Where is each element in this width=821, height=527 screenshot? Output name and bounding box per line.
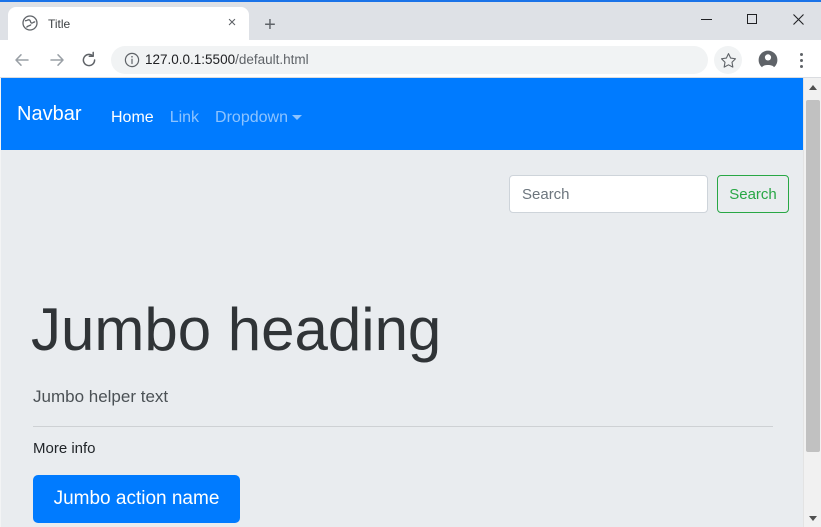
reload-icon (82, 51, 96, 67)
site-navbar: Navbar Home Link Dropdown Search (1, 78, 804, 213)
nav-link-dropdown-label: Dropdown (215, 109, 288, 126)
forward-arrow-icon (50, 54, 64, 66)
window-controls (683, 4, 821, 34)
navbar-brand[interactable]: Navbar (17, 99, 81, 129)
jumbotron-action-button[interactable]: Jumbo action name (33, 475, 240, 523)
url-path: /default.html (235, 52, 309, 67)
three-dot-menu-icon (799, 52, 803, 56)
web-page: Navbar Home Link Dropdown Search Jumbo h… (0, 78, 804, 527)
url-host: 127.0.0.1:5500 (145, 52, 236, 67)
jumbotron-lead: Jumbo helper text (33, 387, 169, 406)
profile-button[interactable] (754, 46, 782, 74)
close-icon (792, 13, 804, 25)
maximize-icon (747, 14, 757, 24)
chevron-down-icon (291, 115, 302, 120)
info-circle-icon[interactable] (124, 52, 140, 68)
nav-link-home[interactable]: Home (103, 106, 162, 130)
nav-link-link[interactable]: Link (162, 106, 207, 130)
browser-menu-button[interactable] (789, 46, 813, 74)
jumbotron-divider (33, 426, 773, 427)
address-bar[interactable]: 127.0.0.1:5500/default.html (111, 46, 708, 74)
scrollbar-thumb[interactable] (806, 100, 820, 452)
tab-strip: Title × + (0, 2, 821, 40)
minimize-button[interactable] (683, 4, 729, 34)
jumbotron-info-text: More info (33, 440, 96, 457)
nav-link-dropdown[interactable]: Dropdown (207, 106, 310, 130)
star-icon (720, 52, 736, 68)
tab-title: Title (48, 17, 71, 31)
url-text: 127.0.0.1:5500/default.html (145, 51, 309, 69)
reload-button[interactable] (76, 47, 102, 73)
bookmark-button[interactable] (714, 46, 742, 74)
profile-avatar-icon (758, 50, 778, 70)
maximize-button[interactable] (729, 4, 775, 34)
browser-tab[interactable]: Title × (8, 7, 249, 40)
back-arrow-icon (15, 54, 29, 66)
search-input[interactable] (509, 175, 708, 213)
three-dot-menu-icon (799, 64, 803, 68)
close-tab-icon[interactable]: × (224, 15, 240, 31)
close-window-button[interactable] (775, 4, 821, 34)
page-viewport: Navbar Home Link Dropdown Search Jumbo h… (0, 78, 821, 527)
back-button[interactable] (9, 47, 35, 73)
search-button[interactable]: Search (717, 175, 789, 213)
navbar-links: Home Link Dropdown (103, 106, 310, 130)
browser-toolbar: 127.0.0.1:5500/default.html (0, 40, 821, 78)
page-scrollbar[interactable] (803, 78, 821, 527)
three-dot-menu-icon (799, 58, 803, 62)
page-title: Jumbo heading (31, 296, 442, 363)
scroll-up-arrow-icon[interactable] (804, 78, 821, 96)
scroll-down-arrow-icon[interactable] (804, 509, 821, 527)
forward-button[interactable] (44, 47, 70, 73)
browser-window: Title × + 127.0.0.1:5500/default.html Na… (0, 0, 821, 527)
minimize-icon (700, 18, 712, 20)
globe-icon (22, 15, 38, 31)
new-tab-button[interactable]: + (258, 14, 282, 38)
